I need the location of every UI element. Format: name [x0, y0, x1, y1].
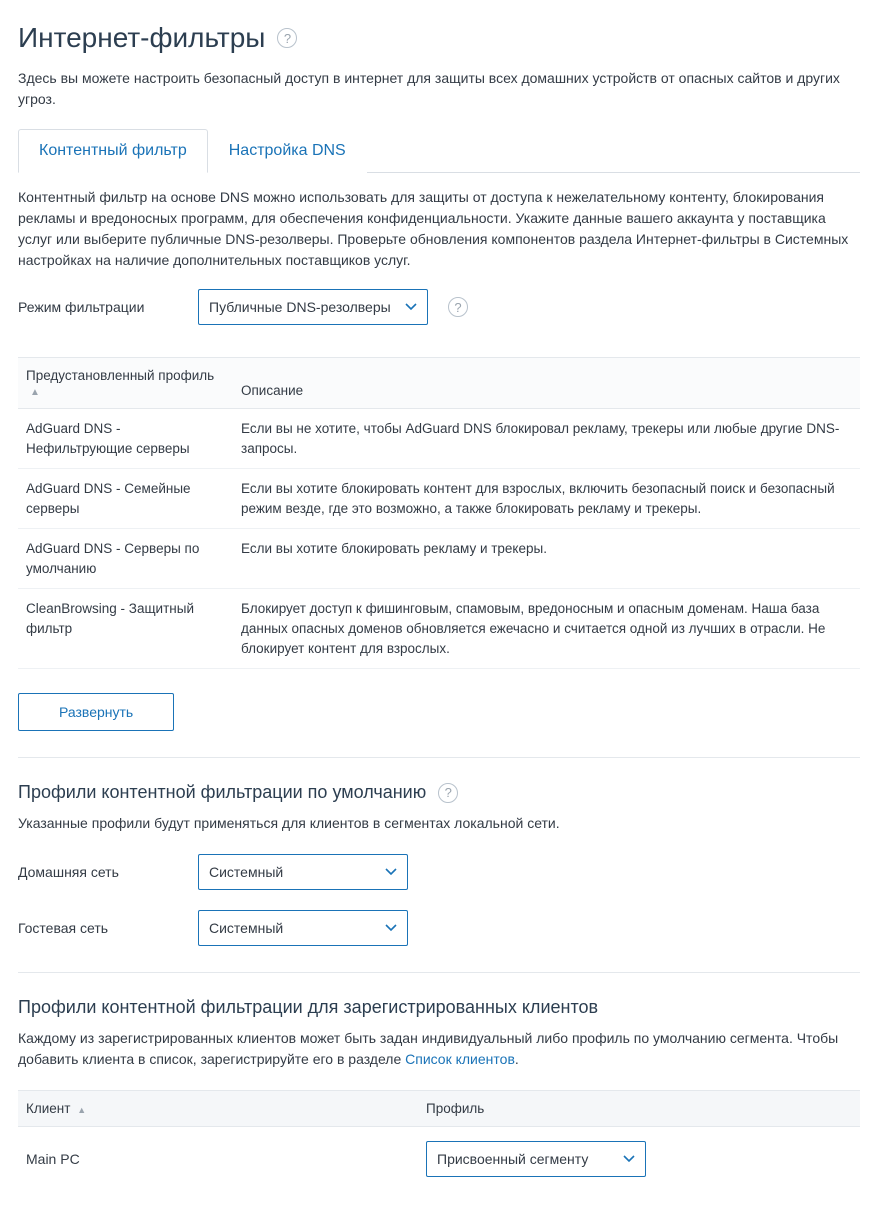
profiles-header-desc[interactable]: Описание: [233, 358, 860, 409]
page-title: Интернет-фильтры ?: [18, 22, 860, 54]
default-profiles-subtext: Указанные профили будут применяться для …: [18, 813, 860, 834]
table-row[interactable]: AdGuard DNS - Семейные серверыЕсли вы хо…: [18, 469, 860, 529]
content-filter-description: Контентный фильтр на основе DNS можно ис…: [18, 187, 860, 271]
guest-network-label: Гостевая сеть: [18, 920, 178, 936]
sort-asc-icon: ▲: [77, 1105, 86, 1115]
clients-header-client-text: Клиент: [26, 1101, 70, 1116]
sort-asc-icon: ▲: [30, 387, 40, 398]
home-network-value: Системный: [209, 864, 283, 880]
home-network-select[interactable]: Системный: [198, 854, 408, 890]
period: .: [515, 1051, 519, 1067]
registered-clients-title: Профили контентной фильтрации для зареги…: [18, 997, 860, 1018]
profiles-table-scroll[interactable]: AdGuard DNS - Нефильтрующие серверыЕсли …: [18, 409, 860, 679]
help-icon[interactable]: ?: [438, 783, 458, 803]
clients-table: Клиент ▲ Профиль Main PC Присвоенный сегм…: [18, 1090, 860, 1191]
clients-header-profile[interactable]: Профиль: [418, 1091, 860, 1127]
registered-clients-subtext: Каждому из зарегистрированных клиентов м…: [18, 1028, 860, 1070]
profile-name-cell: AdGuard DNS - Семейные серверы: [18, 469, 233, 529]
filter-mode-row: Режим фильтрации Публичные DNS-резолверы…: [18, 289, 860, 325]
profiles-table-wrap: Предустановленный профиль ▲ Описание AdG…: [18, 357, 860, 679]
client-list-link[interactable]: Список клиентов: [405, 1051, 515, 1067]
table-row[interactable]: AdGuard DNS - Серверы по умолчаниюЕсли в…: [18, 529, 860, 589]
guest-network-value: Системный: [209, 920, 283, 936]
filter-mode-select[interactable]: Публичные DNS-резолверы: [198, 289, 428, 325]
tab-content-filter[interactable]: Контентный фильтр: [18, 129, 208, 173]
profile-desc-cell: Блокирует доступ к фишинговым, спамовым,…: [233, 589, 860, 669]
home-network-row: Домашняя сеть Системный: [18, 854, 860, 890]
chevron-down-icon: [385, 868, 397, 876]
tab-bar: Контентный фильтр Настройка DNS: [18, 128, 860, 173]
table-row[interactable]: AdGuard DNS - Нефильтрующие серверыЕсли …: [18, 409, 860, 469]
divider: [18, 972, 860, 973]
profile-desc-cell: Если вы хотите блокировать контент для в…: [233, 469, 860, 529]
chevron-down-icon: [405, 303, 417, 311]
profile-desc-cell: Если вы не хотите, чтобы AdGuard DNS бло…: [233, 409, 860, 469]
table-row: Main PC Присвоенный сегменту: [18, 1127, 860, 1192]
help-icon[interactable]: ?: [448, 297, 468, 317]
default-profiles-title-text: Профили контентной фильтрации по умолчан…: [18, 782, 426, 803]
client-profile-select[interactable]: Присвоенный сегменту: [426, 1141, 646, 1177]
divider: [18, 757, 860, 758]
guest-network-row: Гостевая сеть Системный: [18, 910, 860, 946]
clients-header-client[interactable]: Клиент ▲: [18, 1091, 418, 1127]
expand-button[interactable]: Развернуть: [18, 693, 174, 731]
profiles-header-name[interactable]: Предустановленный профиль ▲: [18, 358, 233, 409]
filter-mode-value: Публичные DNS-резолверы: [209, 299, 391, 315]
chevron-down-icon: [385, 924, 397, 932]
profiles-header-name-text: Предустановленный профиль: [26, 368, 214, 383]
guest-network-select[interactable]: Системный: [198, 910, 408, 946]
registered-clients-title-text: Профили контентной фильтрации для зареги…: [18, 997, 598, 1018]
tab-dns-settings[interactable]: Настройка DNS: [208, 129, 367, 173]
home-network-label: Домашняя сеть: [18, 864, 178, 880]
profile-name-cell: AdGuard DNS - Нефильтрующие серверы: [18, 409, 233, 469]
client-profile-cell: Присвоенный сегменту: [418, 1127, 860, 1192]
profile-name-cell: CleanBrowsing - Семейный фильтр: [18, 669, 233, 679]
chevron-down-icon: [623, 1155, 635, 1163]
profile-name-cell: CleanBrowsing - Защитный фильтр: [18, 589, 233, 669]
help-icon[interactable]: ?: [277, 28, 297, 48]
filter-mode-label: Режим фильтрации: [18, 299, 178, 315]
table-row[interactable]: CleanBrowsing - Защитный фильтрБлокирует…: [18, 589, 860, 669]
profile-desc-cell: Если вы хотите блокировать рекламу и тре…: [233, 529, 860, 589]
client-name-cell: Main PC: [18, 1127, 418, 1192]
profile-name-cell: AdGuard DNS - Серверы по умолчанию: [18, 529, 233, 589]
client-profile-value: Присвоенный сегменту: [437, 1151, 588, 1167]
page-title-text: Интернет-фильтры: [18, 22, 265, 54]
page-intro: Здесь вы можете настроить безопасный дос…: [18, 68, 860, 110]
table-row[interactable]: CleanBrowsing - Семейный фильтрЗакрывает…: [18, 669, 860, 679]
profile-desc-cell: Закрывает доступ ко всем сайтам для взро…: [233, 669, 860, 679]
default-profiles-title: Профили контентной фильтрации по умолчан…: [18, 782, 860, 803]
